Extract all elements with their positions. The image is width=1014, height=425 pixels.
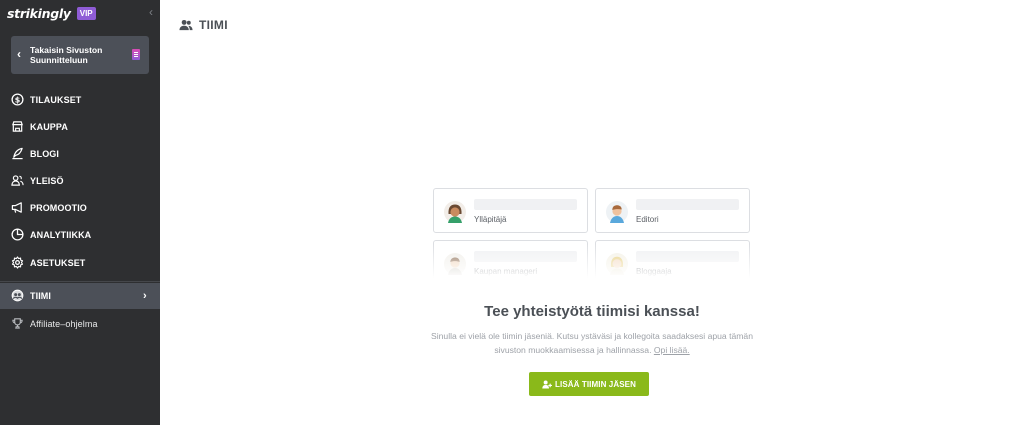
name-placeholder-bar [474, 251, 577, 262]
users-icon [179, 19, 193, 31]
role-label: Kaupan manageri [474, 267, 538, 276]
collapse-sidebar-icon[interactable]: ‹ [149, 6, 153, 18]
strikingly-logo: strikingly [7, 5, 71, 21]
sidebar-item-blogi[interactable]: BLOGI [0, 141, 160, 167]
sidebar-item-label: PROMOOTIO [30, 203, 87, 213]
name-placeholder-bar [474, 199, 577, 210]
gear-icon [11, 256, 24, 269]
sidebar: strikingly VIP ‹ ‹ Takaisin Sivuston Suu… [0, 0, 160, 425]
empty-state-title: Tee yhteistyötä tiimisi kanssa! [484, 303, 700, 320]
vip-badge: VIP [76, 6, 96, 20]
name-placeholder-bar [636, 199, 739, 210]
sidebar-item-label: BLOGI [30, 149, 59, 159]
sidebar-item-label: Affiliate–ohjelma [30, 319, 98, 329]
add-user-icon [542, 380, 552, 389]
empty-state-description: Sinulla ei vielä ole tiimin jäseniä. Kut… [420, 329, 764, 357]
sidebar-item-label: KAUPPA [30, 122, 68, 132]
sidebar-divider [0, 281, 160, 282]
chevron-left-icon: ‹ [17, 47, 21, 61]
sidebar-item-label: ASETUKSET [30, 258, 86, 268]
page-title-text: TIIMI [199, 18, 228, 32]
sidebar-item-promootio[interactable]: PROMOOTIO [0, 195, 160, 221]
chevron-right-icon: › [143, 290, 147, 302]
sidebar-item-asetukset[interactable]: ASETUKSET [0, 250, 160, 276]
add-team-member-label: LISÄÄ TIIMIN JÄSEN [555, 379, 636, 389]
back-button-label: Takaisin Sivuston Suunnitteluun [30, 45, 103, 65]
sidebar-item-label: TIIMI [30, 291, 51, 301]
back-to-site-editor-button[interactable]: ‹ Takaisin Sivuston Suunnitteluun [11, 36, 149, 74]
brand[interactable]: strikingly VIP [7, 5, 96, 21]
page-icon [132, 49, 140, 60]
sidebar-item-analytiikka[interactable]: ANALYTIIKKA [0, 222, 160, 248]
role-label: Editori [636, 215, 659, 224]
sidebar-item-tilaukset[interactable]: $ TILAUKSET [0, 87, 160, 113]
editor-avatar [606, 201, 628, 223]
admin-avatar [444, 201, 466, 223]
role-card-blogger: Bloggaaja [595, 240, 750, 278]
sidebar-item-label: ANALYTIIKKA [30, 230, 92, 240]
store-manager-avatar [444, 253, 466, 275]
team-roles-illustration: Ylläpitäjä Editori Kaupan manageri Blogg… [433, 188, 751, 278]
blogger-avatar [606, 253, 628, 275]
megaphone-icon [11, 201, 24, 214]
sidebar-item-label: TILAUKSET [30, 95, 82, 105]
team-icon [11, 289, 24, 302]
role-card-editor: Editori [595, 188, 750, 233]
sidebar-item-kauppa[interactable]: KAUPPA [0, 114, 160, 140]
add-team-member-button[interactable]: LISÄÄ TIIMIN JÄSEN [529, 372, 649, 396]
pie-chart-icon [11, 228, 24, 241]
role-card-admin: Ylläpitäjä [433, 188, 588, 233]
role-label: Bloggaaja [636, 267, 672, 276]
dollar-circle-icon: $ [11, 93, 24, 106]
empty-state-text: Sinulla ei vielä ole tiimin jäseniä. Kut… [431, 331, 753, 355]
audience-icon [11, 174, 24, 187]
svg-text:$: $ [15, 96, 20, 105]
name-placeholder-bar [636, 251, 739, 262]
page-title: TIIMI [179, 18, 228, 32]
sidebar-item-yleiso[interactable]: YLEISÖ [0, 168, 160, 194]
quill-icon [11, 147, 24, 160]
role-label: Ylläpitäjä [474, 215, 507, 224]
sidebar-item-label: YLEISÖ [30, 176, 64, 186]
learn-more-link[interactable]: Opi lisää. [654, 345, 690, 355]
store-icon [11, 120, 24, 133]
role-card-store-manager: Kaupan manageri [433, 240, 588, 278]
